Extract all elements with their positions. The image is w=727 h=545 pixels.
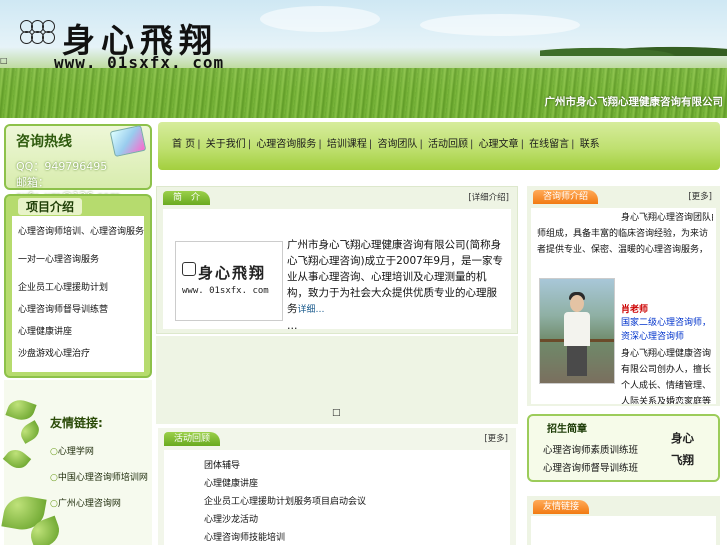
project-item[interactable]: 心理咨询师督导训练营 [18,302,108,315]
project-item[interactable]: 心理健康讲座 [18,324,72,337]
project-item[interactable]: 沙盘游戏心理治疗 [18,346,90,359]
nav-item-articles[interactable]: 心理文章 [479,139,519,150]
counselor-photo[interactable] [539,278,615,384]
counselor-name: 肖老师 [621,305,649,315]
activity-item[interactable]: 心理咨询师技能培训 [204,530,285,543]
activities-more-link[interactable]: [更多] [484,432,508,444]
activities-list: 团体辅导 心理健康讲座 企业员工心理援助计划服务项目启动会议 心理沙龙活动 心理… [164,450,510,545]
nav-item-contact[interactable]: 联系 [580,139,600,150]
intro-content: 身心飛翔 www. 01sxfx. com 广州市身心飞翔心理健康咨询有限公司(… [163,209,511,332]
hotline-qq: QQ：949796495 [16,160,108,173]
counselor-content: 身心飞翔心理咨询团队由资深心理咨询 师组成，具备丰富的临床咨询经验，为来访者提供… [531,208,716,404]
activity-item[interactable]: 心理健康讲座 [204,476,258,489]
center-marker: □ [332,408,341,418]
counselor-intro-text: 师组成，具备丰富的临床咨询经验，为来访者提供专业、保密、温暖的心理咨询服务，帮助… [537,229,709,255]
nav-item-team[interactable]: 咨询团队 [377,139,417,150]
intro-text: 广州市身心飞翔心理健康咨询有限公司(简称身心飞翔心理咨询)成立于2007年9月，… [287,239,503,332]
ivy-leaf-icon [5,396,37,424]
grass-field-decoration [0,68,727,118]
friends-content [531,516,716,545]
ivy-leaf-icon [2,445,32,473]
friend-link-item[interactable]: ○心理学网 [50,444,94,457]
friends-tab: 友情链接 [533,500,590,514]
recruit-box: 招生简章 心理咨询师素质训练班 心理咨询师督导训练班 身心 飞翔 [527,414,720,482]
center-blank-area: □ [156,336,518,424]
bullet-icon: ○ [50,499,58,509]
projects-title: 项目介绍 [18,198,83,215]
recruit-item[interactable]: 心理咨询师督导训练班 [543,460,638,474]
friends-panel: 友情链接 [527,496,720,545]
activities-tab: 活动回顾 [164,432,221,446]
friend-link-item[interactable]: ○广州心理咨询网 [50,496,121,509]
counselor-more-link[interactable]: [更多] [688,190,712,202]
intro-more-link[interactable]: [详细介绍] [468,191,509,203]
recruit-side-text: 身心 [671,431,694,445]
activity-item[interactable]: 团体辅导 [204,458,240,471]
nav-item-home[interactable]: 首 页 [172,139,195,150]
logo-icon [20,20,55,54]
cloud-decoration [420,14,580,36]
tree-line-decoration [540,42,727,56]
bullet-icon: ○ [50,447,58,457]
main-nav: 首 页 | 关于我们 | 心理咨询服务 | 培训课程 | 咨询团队 | 活动回顾 | 心理文… [158,122,720,170]
counselor-tab: 咨询师介绍 [533,190,599,204]
phone-card-icon [109,124,147,158]
nav-item-message[interactable]: 在线留言 [529,139,569,150]
nav-menu: 首 页 | 关于我们 | 心理咨询服务 | 培训课程 | 咨询团队 | 活动回顾 | 心理文… [172,139,600,150]
banner-marker: □ [0,56,8,65]
cloud-decoration [260,6,380,32]
intro-logo-image: 身心飛翔 www. 01sxfx. com [175,241,283,321]
intro-read-more[interactable]: 详细… [298,305,325,315]
activities-panel: 活动回顾 [更多] 团体辅导 心理健康讲座 企业员工心理援助计划服务项目启动会议… [158,428,516,545]
counselor-intro-line: 身心飞翔心理咨询团队由资深心理咨询 [621,213,713,223]
left-sidebar: 咨询热线 QQ：949796495 邮箱：sxfx_xm@126.com 项目介… [0,118,154,545]
project-item[interactable]: 企业员工心理援助计划 [18,280,108,293]
hotline-box: 咨询热线 QQ：949796495 邮箱：sxfx_xm@126.com [4,124,152,203]
bullet-icon: ○ [50,473,58,483]
ivy-leaf-icon [17,420,43,444]
counselor-panel: 咨询师介绍 [更多] 身心飞翔心理咨询团队由资深心理咨询 师组成，具备丰富的临床… [527,186,720,406]
nav-item-courses[interactable]: 培训课程 [327,139,367,150]
project-item[interactable]: 心理咨询师培训、心理咨询服务 [18,224,144,237]
project-item[interactable]: 一对一心理咨询服务 [18,252,99,265]
site-header-banner: 身心飛翔 www. 01sxfx. com □ 广州市身心飞翔心理健康咨询有限公… [0,0,727,118]
friend-links-title: 友情链接: [50,416,103,430]
company-name: 广州市身心飞翔心理健康咨询有限公司 [544,96,724,108]
activity-item[interactable]: 企业员工心理援助计划服务项目启动会议 [204,494,366,507]
activity-item[interactable]: 心理沙龙活动 [204,512,258,525]
nav-item-services[interactable]: 心理咨询服务 [256,139,316,150]
counselor-description: 身心飞翔心理健康咨询有限公司创办人，擅长个人成长、情绪管理、人际关系及婚恋家庭等… [621,349,712,404]
hotline-title: 咨询热线 [16,134,72,150]
projects-box: 项目介绍 心理咨询师培训、心理咨询服务 一对一心理咨询服务 企业员工心理援助计划… [4,194,152,378]
friend-links-box: 友情链接: ○心理学网 ○中国心理咨询师培训网 ○广州心理咨询网 [1,380,152,545]
intro-tab: 简 介 [163,191,211,205]
nav-item-activities[interactable]: 活动回顾 [428,139,468,150]
recruit-side-text: 飞翔 [671,453,694,467]
recruit-title: 招生简章 [547,424,587,435]
nav-item-about[interactable]: 关于我们 [206,139,246,150]
projects-list: 心理咨询师培训、心理咨询服务 一对一心理咨询服务 企业员工心理援助计划 心理咨询… [12,216,144,372]
recruit-item[interactable]: 心理咨询师素质训练班 [543,442,638,456]
site-url: www. 01sxfx. com [54,53,225,72]
counselor-title[interactable]: 国家二级心理咨询师，资深心理咨询师 [621,316,711,344]
intro-panel: 简 介 [详细介绍] 身心飛翔 www. 01sxfx. com 广州市身心飞翔… [156,186,518,334]
logo-icon [182,262,196,276]
friend-link-item[interactable]: ○中国心理咨询师培训网 [50,470,148,483]
